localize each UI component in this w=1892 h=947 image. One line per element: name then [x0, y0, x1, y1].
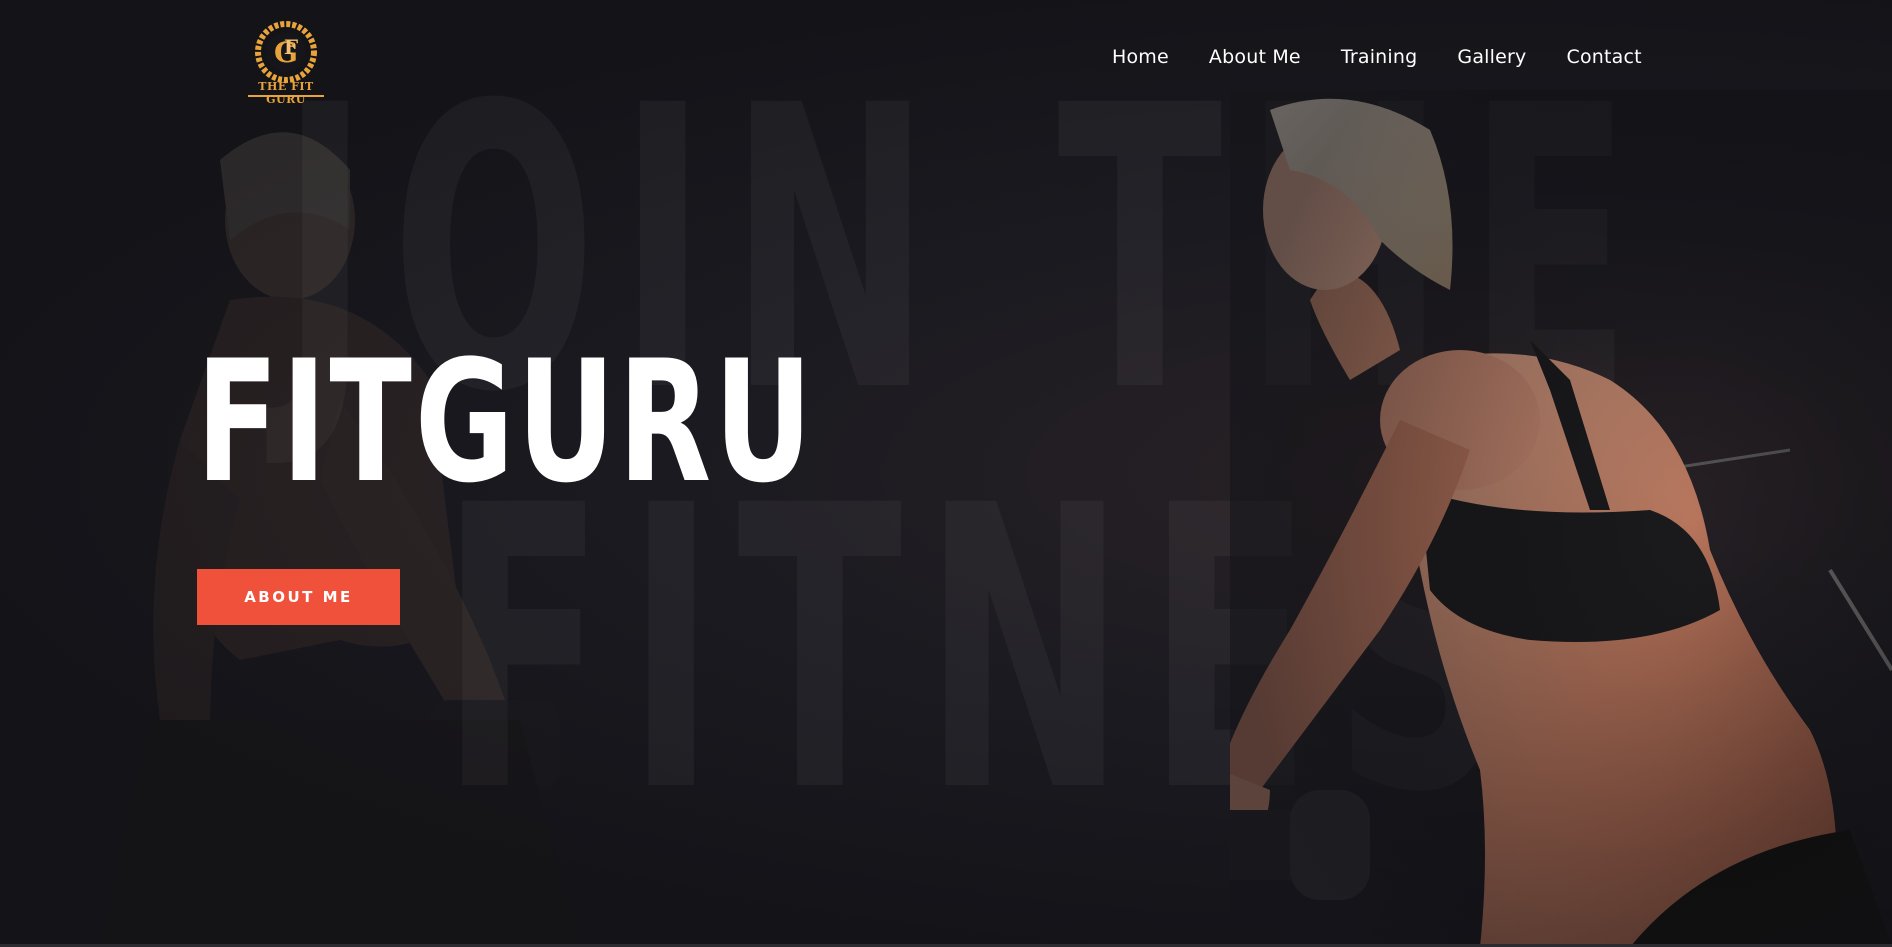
about-me-button[interactable]: ABOUT ME [197, 569, 400, 625]
athlete-photo-image [1230, 90, 1892, 947]
hero-title: FITGURU [196, 324, 816, 520]
nav-about-me[interactable]: About Me [1209, 46, 1301, 68]
nav-training[interactable]: Training [1341, 46, 1418, 68]
nav-contact[interactable]: Contact [1566, 46, 1641, 68]
nav-home[interactable]: Home [1112, 46, 1169, 68]
main-navigation: Home About Me Training Gallery Contact [1112, 46, 1642, 68]
logo-caption: THE FIT GURU [258, 80, 314, 106]
hero-section: JOIN THE FITNESS [0, 0, 1892, 947]
logo-underline [248, 95, 324, 97]
svg-text:F: F [284, 35, 298, 59]
reflection-figure-image [100, 132, 580, 947]
nav-gallery[interactable]: Gallery [1457, 46, 1526, 68]
